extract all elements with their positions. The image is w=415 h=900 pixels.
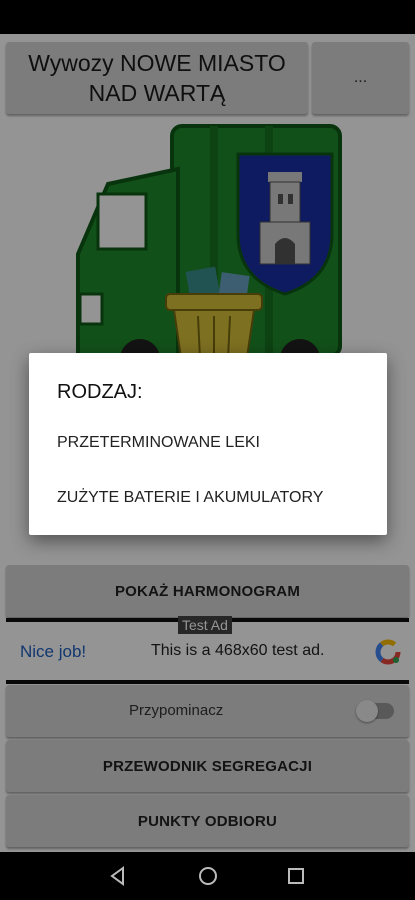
category-dialog: RODZAJ: PRZETERMINOWANE LEKI ZUŻYTE BATE… — [29, 353, 387, 535]
dialog-item-used-batteries[interactable]: ZUŻYTE BATERIE I AKUMULATORY — [57, 489, 323, 507]
home-icon[interactable] — [198, 866, 218, 886]
back-icon[interactable] — [108, 866, 128, 886]
status-bar — [0, 0, 415, 34]
dialog-title: RODZAJ: — [57, 381, 143, 403]
dialog-item-expired-medicines[interactable]: PRZETERMINOWANE LEKI — [57, 434, 260, 452]
navigation-bar — [0, 852, 415, 900]
recents-icon[interactable] — [286, 866, 306, 886]
